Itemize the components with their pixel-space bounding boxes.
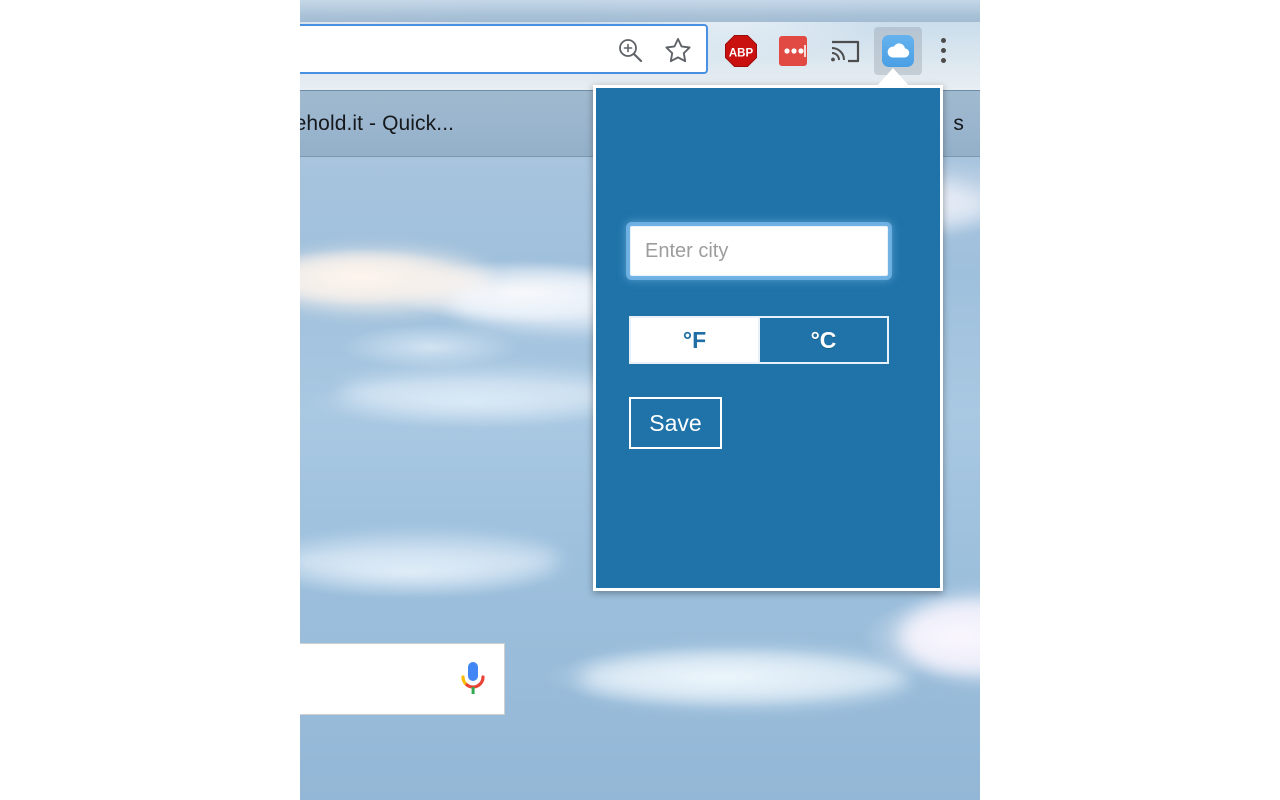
right-white-margin (980, 0, 1280, 800)
weather-extension-icon-bg (882, 35, 914, 67)
adblock-plus-icon[interactable]: ABP (724, 34, 758, 68)
menu-dot (941, 58, 946, 63)
screenshot-root: cehold.it - Quick... s ABP Enter city °F… (0, 0, 1280, 800)
omnibox-address-bar[interactable] (300, 24, 708, 74)
cloud-shape (580, 652, 910, 704)
menu-dot (941, 48, 946, 53)
save-button[interactable]: Save (629, 397, 722, 449)
weather-extension-popup: °F °C Save (593, 85, 943, 591)
left-white-margin (0, 0, 300, 800)
chrome-menu-icon[interactable] (941, 38, 947, 64)
bookmark-item-placehold[interactable]: cehold.it - Quick... (300, 112, 454, 136)
cloud-icon (887, 43, 910, 58)
popup-arrow (876, 68, 910, 87)
celsius-button[interactable]: °C (758, 318, 887, 362)
fahrenheit-button[interactable]: °F (631, 318, 758, 362)
toolbar-top-strip (300, 0, 980, 22)
google-search-box[interactable] (300, 643, 505, 715)
unit-toggle-group: °F °C (629, 316, 889, 364)
adblock-label: ABP (729, 48, 754, 60)
microphone-icon[interactable] (460, 662, 486, 696)
city-input[interactable] (630, 226, 888, 276)
cast-icon[interactable] (828, 34, 862, 68)
browser-window: cehold.it - Quick... s ABP Enter city °F… (300, 0, 980, 800)
cloud-shape (900, 597, 980, 677)
menu-dot (941, 38, 946, 43)
star-icon[interactable] (664, 36, 692, 64)
zoom-icon[interactable] (616, 36, 644, 64)
password-manager-icon[interactable] (776, 34, 810, 68)
cloud-shape (300, 252, 490, 310)
bookmark-item-right[interactable]: s (953, 112, 964, 136)
cloud-shape (300, 537, 560, 583)
